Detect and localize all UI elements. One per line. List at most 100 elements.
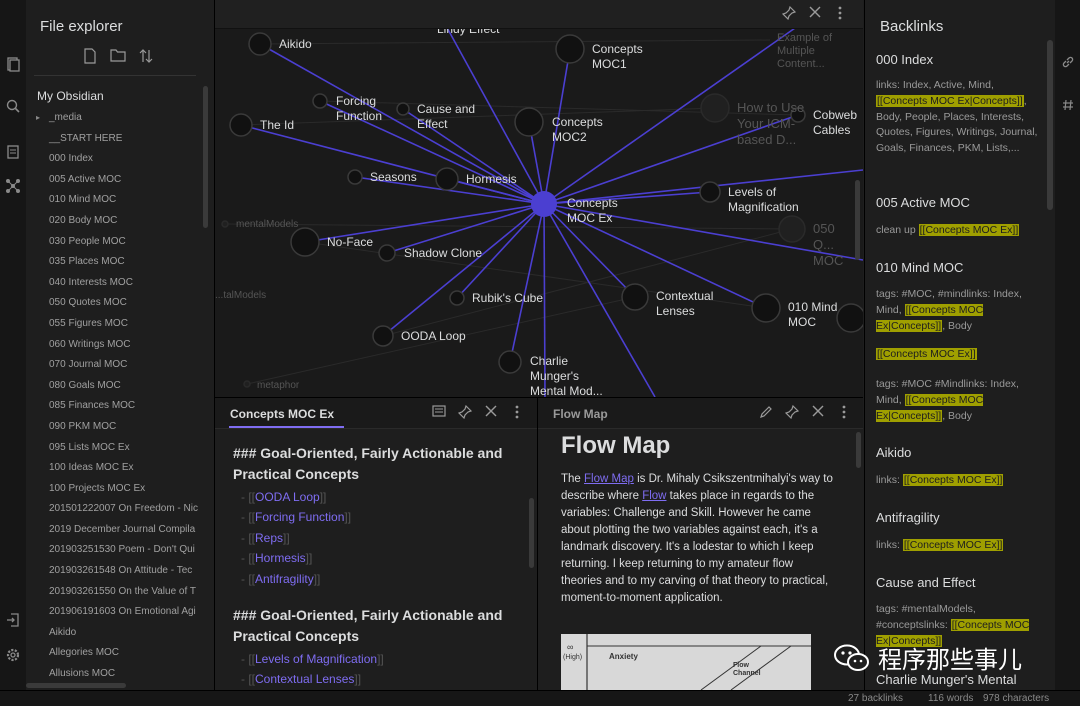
chevron-right-icon[interactable]: ▸ xyxy=(36,108,40,129)
backlink-context[interactable]: clean up [[Concepts MOC Ex]] xyxy=(876,223,1046,239)
internal-link[interactable]: Forcing Function xyxy=(255,510,344,524)
file-item[interactable]: Allusions MOC xyxy=(26,664,206,685)
graph-node[interactable] xyxy=(449,290,465,306)
file-item[interactable]: 201906191603 On Emotional Agi xyxy=(26,602,206,623)
graph-node-label[interactable]: Contextual Lenses xyxy=(656,289,726,319)
backlink-file-name[interactable]: Antifragility xyxy=(876,510,940,525)
graph-node-label[interactable]: Rubik's Cube xyxy=(472,291,543,306)
internal-link[interactable]: Flow xyxy=(642,490,666,502)
link-icon[interactable] xyxy=(1059,55,1077,73)
graph-node-label[interactable]: metaphor xyxy=(257,378,299,393)
file-item[interactable]: 000 Index xyxy=(26,149,206,170)
file-explorer-scrollbar[interactable] xyxy=(203,86,208,228)
graph-scrollbar[interactable] xyxy=(855,180,860,260)
graph-node[interactable] xyxy=(372,325,394,347)
graph-node-label[interactable]: 010 Mind MOC xyxy=(788,300,848,330)
graph-node[interactable] xyxy=(290,227,320,257)
tag-icon[interactable] xyxy=(1059,98,1077,116)
file-item[interactable]: 100 Projects MOC Ex xyxy=(26,479,206,500)
graph-node-label[interactable]: Cobweb Cables xyxy=(813,108,863,138)
file-item[interactable]: 035 Places MOC xyxy=(26,252,206,273)
file-item[interactable]: 030 People MOC xyxy=(26,232,206,253)
backlink-context[interactable]: links: [[Concepts MOC Ex]] xyxy=(876,538,1046,554)
reading-view-icon[interactable] xyxy=(431,405,447,421)
editor-pane-concepts[interactable]: Concepts MOC Ex ### Goal-Oriented, Fairl… xyxy=(215,398,538,690)
graph-node-label[interactable]: OODA Loop xyxy=(401,329,466,344)
graph-node[interactable] xyxy=(621,283,649,311)
internal-link[interactable]: Antifragility xyxy=(255,572,314,586)
graph-icon[interactable] xyxy=(4,178,22,196)
file-item[interactable]: 090 PKM MOC xyxy=(26,417,206,438)
heading-raw[interactable]: ### Goal-Oriented, Fairly Actionable and… xyxy=(233,443,523,485)
heading-raw[interactable]: ### Goal-Oriented, Fairly Actionable and… xyxy=(233,605,523,647)
file-item[interactable]: 100 Ideas MOC Ex xyxy=(26,458,206,479)
pin-icon[interactable] xyxy=(457,404,473,421)
graph-node-label[interactable]: Example of Multiple Content... xyxy=(777,32,857,71)
backlink-context[interactable]: links: Index, Active, Mind, [[Concepts M… xyxy=(876,78,1046,157)
new-folder-icon[interactable] xyxy=(109,48,127,66)
graph-node[interactable] xyxy=(498,350,522,374)
sort-icon[interactable] xyxy=(137,48,155,66)
graph-view[interactable]: Lindy Effect Aikido Concepts MOC1 Example o… xyxy=(215,0,863,398)
graph-node[interactable] xyxy=(347,169,363,185)
graph-node[interactable] xyxy=(243,380,251,388)
graph-node-label[interactable]: 050 Q... MOC xyxy=(813,221,843,269)
file-item[interactable]: 095 Lists MOC Ex xyxy=(26,438,206,459)
note-paragraph[interactable]: The Flow Map is Dr. Mihaly Csikszentmiha… xyxy=(561,471,833,607)
editor-pane-flow-map[interactable]: Flow Map Flow Map The Flow Map is Dr. Mi… xyxy=(538,398,863,690)
graph-node[interactable] xyxy=(248,32,272,56)
folder-item[interactable]: ▸ _media xyxy=(26,108,206,129)
search-icon[interactable] xyxy=(4,98,22,116)
file-item[interactable]: 050 Quotes MOC xyxy=(26,293,206,314)
graph-node-label[interactable]: Charlie Munger's Mental Mod... xyxy=(530,354,610,397)
internal-link[interactable]: Reps xyxy=(255,531,283,545)
settings-icon[interactable] xyxy=(4,647,22,665)
graph-node-label[interactable]: Cause and Effect xyxy=(417,102,477,132)
graph-node[interactable] xyxy=(751,293,781,323)
file-item[interactable]: Allegories MOC xyxy=(26,643,206,664)
vault-name[interactable]: My Obsidian xyxy=(37,89,104,103)
graph-center-node[interactable] xyxy=(531,191,557,217)
internal-link[interactable]: OODA Loop xyxy=(255,490,320,504)
internal-link[interactable]: Flow Map xyxy=(584,473,634,485)
graph-center-label[interactable]: Concepts MOC Ex xyxy=(567,196,642,226)
graph-node-label[interactable]: Hormesis xyxy=(466,172,517,187)
exit-icon[interactable] xyxy=(4,612,22,630)
graph-node-label[interactable]: Levels of Magnification xyxy=(728,185,838,215)
file-item[interactable]: 085 Finances MOC xyxy=(26,396,206,417)
file-item[interactable]: 060 Writings MOC xyxy=(26,335,206,356)
file-item[interactable]: 201501222007 On Freedom - Nic xyxy=(26,499,206,520)
graph-node[interactable] xyxy=(229,113,253,137)
graph-node-label[interactable]: Concepts MOC1 xyxy=(592,42,662,72)
more-options-icon[interactable] xyxy=(832,6,848,22)
more-options-icon[interactable] xyxy=(836,405,852,421)
backlink-file-name[interactable]: 000 Index xyxy=(876,52,933,67)
file-item[interactable]: 040 Interests MOC xyxy=(26,273,206,294)
file-icon[interactable] xyxy=(4,144,22,162)
file-item[interactable]: 080 Goals MOC xyxy=(26,376,206,397)
graph-node[interactable] xyxy=(514,107,544,137)
graph-node[interactable] xyxy=(555,34,585,64)
file-item[interactable]: 020 Body MOC xyxy=(26,211,206,232)
pane-scrollbar[interactable] xyxy=(856,432,861,468)
graph-node-label[interactable]: How to Use Your ICM-based D... xyxy=(737,100,817,148)
graph-node[interactable] xyxy=(221,220,229,228)
new-note-icon[interactable] xyxy=(81,48,99,66)
internal-link[interactable]: Hormesis xyxy=(255,551,306,565)
graph-node[interactable] xyxy=(699,181,721,203)
backlink-file-name[interactable]: 010 Mind MOC xyxy=(876,260,963,275)
file-item[interactable]: 005 Active MOC xyxy=(26,170,206,191)
close-icon[interactable] xyxy=(807,6,823,22)
file-item[interactable]: 2019 December Journal Compila xyxy=(26,520,206,541)
file-item[interactable]: Aikido xyxy=(26,623,206,644)
edit-icon[interactable] xyxy=(758,405,774,421)
graph-node-label[interactable]: The Id xyxy=(260,118,294,133)
backlink-file-name[interactable]: Cause and Effect xyxy=(876,575,976,590)
graph-node[interactable] xyxy=(778,215,806,243)
internal-link[interactable]: Levels of Magnification xyxy=(255,652,377,666)
backlink-count[interactable]: 27 backlinks xyxy=(848,693,903,704)
graph-node-label[interactable]: Concepts MOC2 xyxy=(552,115,622,145)
graph-node[interactable] xyxy=(378,244,396,262)
close-icon[interactable] xyxy=(810,405,826,421)
graph-node[interactable] xyxy=(312,93,328,109)
